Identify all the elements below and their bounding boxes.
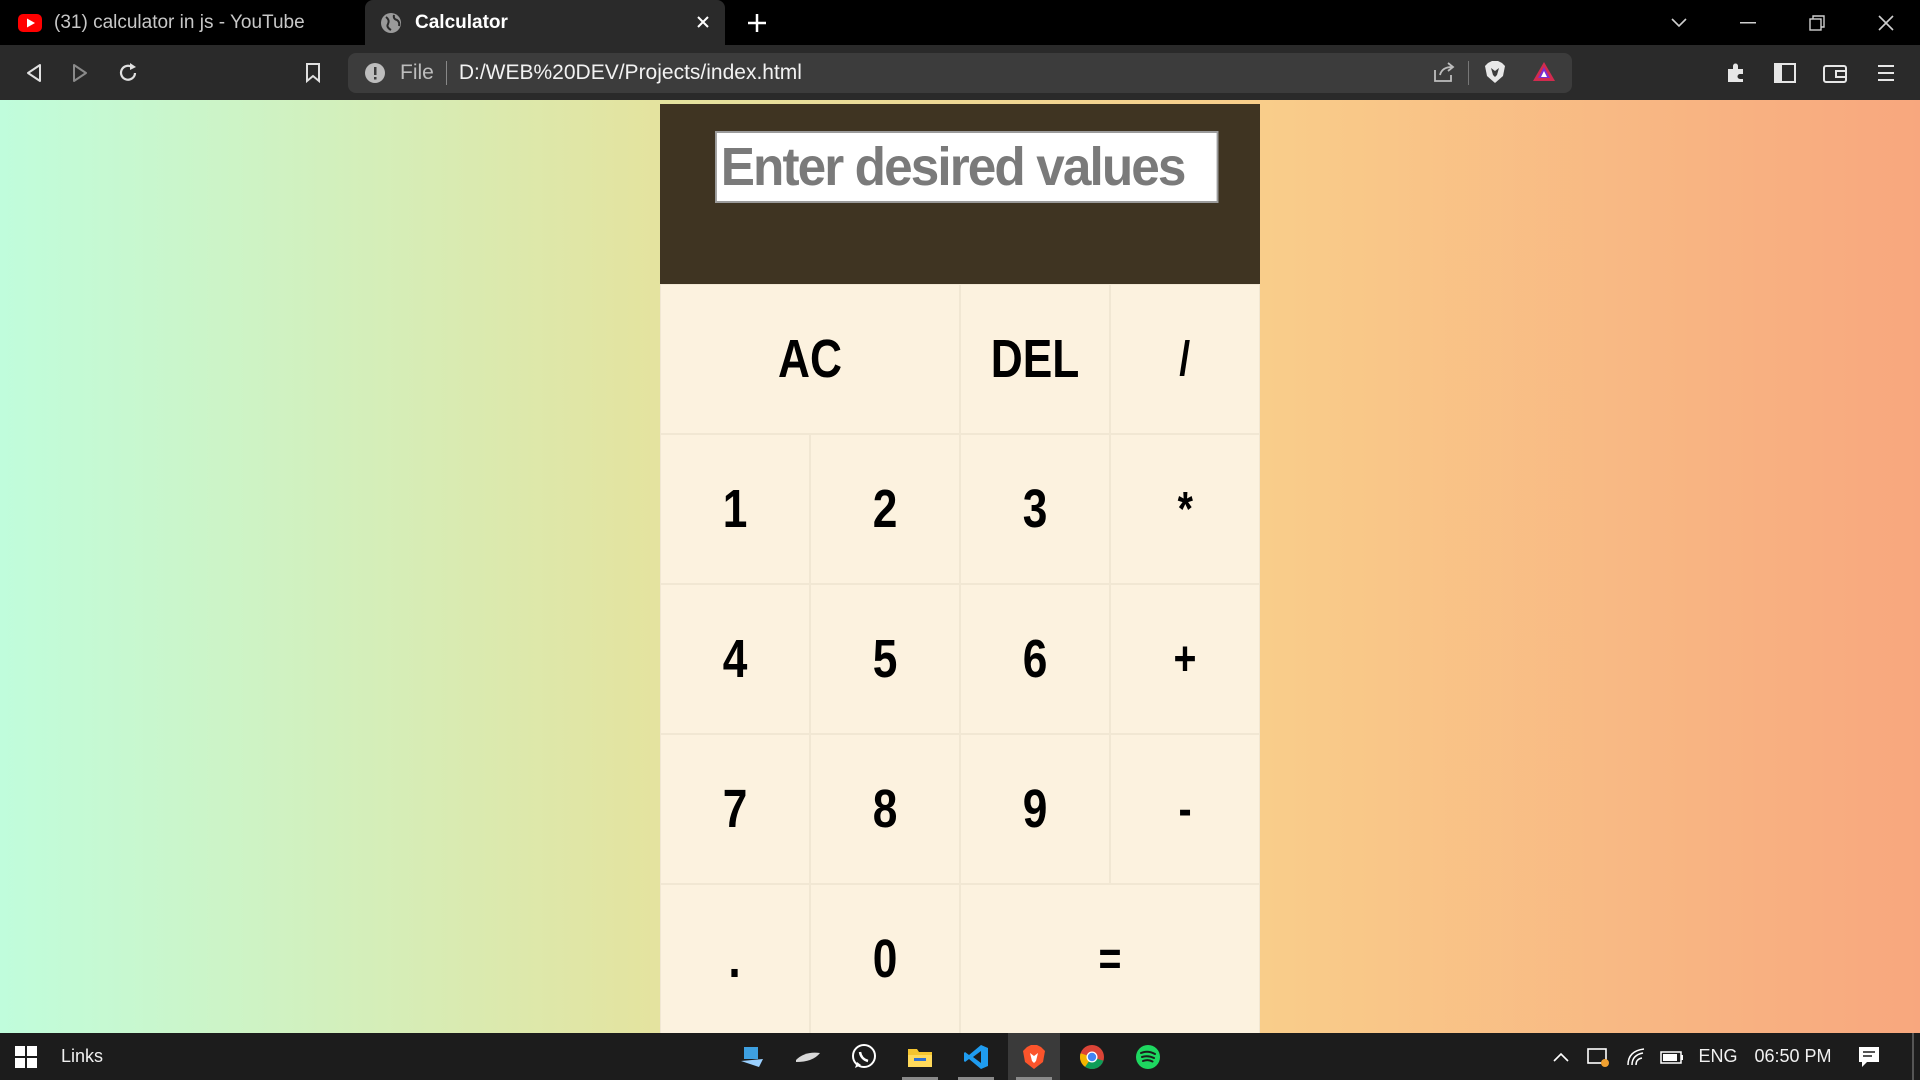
key-divide[interactable]: / <box>1110 284 1260 434</box>
sync-status-icon[interactable] <box>1584 1033 1614 1080</box>
info-icon[interactable] <box>364 62 386 84</box>
key-label: 2 <box>872 479 898 539</box>
reload-icon[interactable] <box>112 57 144 89</box>
share-icon[interactable] <box>1432 61 1456 89</box>
taskbar: Links ENG 06:50 PM <box>0 1033 1920 1080</box>
stylus-app-icon[interactable] <box>782 1033 834 1080</box>
key-label: 1 <box>722 479 748 539</box>
language-indicator[interactable]: ENG <box>1694 1033 1742 1080</box>
key-label: * <box>1177 482 1193 536</box>
display-input[interactable] <box>715 131 1219 203</box>
tab-calculator[interactable]: Calculator <box>365 0 725 45</box>
display-panel <box>660 104 1260 284</box>
key-delete[interactable]: DEL <box>960 284 1110 434</box>
divider <box>1468 61 1469 85</box>
key-decimal[interactable]: . <box>660 884 810 1033</box>
page-viewport: AC DEL / 1 2 3 * 4 5 6 +7 8 9 -. 0 = <box>0 100 1920 1033</box>
key-equals[interactable]: = <box>960 884 1260 1033</box>
key-4[interactable]: 4 <box>660 584 810 734</box>
show-hidden-icons-chevron[interactable] <box>1548 1033 1574 1080</box>
close-tab-icon[interactable] <box>691 10 715 34</box>
key-8[interactable]: 8 <box>810 734 960 884</box>
new-tab-button[interactable] <box>742 8 772 38</box>
sidebar-icon[interactable] <box>1769 57 1801 89</box>
key-6[interactable]: 6 <box>960 584 1110 734</box>
key-label: DEL <box>990 329 1080 389</box>
address-bar[interactable]: File D:/WEB%20DEV/Projects/index.html <box>348 53 1572 93</box>
back-icon[interactable] <box>18 57 50 89</box>
key-9[interactable]: 9 <box>960 734 1110 884</box>
chrome-icon[interactable] <box>1066 1033 1118 1080</box>
menu-icon[interactable] <box>1870 57 1902 89</box>
spotify-icon[interactable] <box>1122 1033 1174 1080</box>
windows-icon <box>15 1045 37 1068</box>
key-multiply[interactable]: * <box>1110 434 1260 584</box>
key-3[interactable]: 3 <box>960 434 1110 584</box>
brave-shields-icon[interactable] <box>1484 60 1506 90</box>
url-text[interactable]: D:/WEB%20DEV/Projects/index.html <box>459 61 802 85</box>
restore-icon[interactable] <box>1800 6 1834 40</box>
notifications-icon[interactable] <box>1854 1033 1884 1080</box>
key-1[interactable]: 1 <box>660 434 810 584</box>
globe-icon <box>379 11 403 35</box>
tab-title: Calculator <box>415 11 508 33</box>
key-label: - <box>1178 782 1192 836</box>
extensions-icon[interactable] <box>1720 57 1752 89</box>
show-desktop-strip[interactable] <box>1912 1033 1914 1080</box>
forward-icon[interactable] <box>64 57 96 89</box>
links-toolbar[interactable]: Links <box>57 1033 107 1080</box>
key-7[interactable]: 7 <box>660 734 810 884</box>
battery-icon[interactable] <box>1656 1033 1686 1080</box>
key-label: AC <box>778 329 842 389</box>
keypad: AC DEL / 1 2 3 * 4 5 6 +7 8 9 -. 0 = <box>660 284 1260 1033</box>
key-5[interactable]: 5 <box>810 584 960 734</box>
key-label: 3 <box>1022 479 1048 539</box>
key-subtract[interactable]: - <box>1110 734 1260 884</box>
tab-strip: (31) calculator in js - YouTube Calculat… <box>0 0 1920 45</box>
key-label: . <box>728 929 742 989</box>
key-label: 4 <box>722 629 748 689</box>
wallet-icon[interactable] <box>1819 57 1851 89</box>
file-explorer-icon[interactable] <box>894 1033 946 1080</box>
divider <box>445 61 447 85</box>
whatsapp-icon[interactable] <box>838 1033 890 1080</box>
vscode-icon[interactable] <box>950 1033 1002 1080</box>
key-label: 0 <box>872 929 898 989</box>
key-label: / <box>1179 332 1191 386</box>
browser-toolbar: File D:/WEB%20DEV/Projects/index.html <box>0 45 1920 100</box>
key-0[interactable]: 0 <box>810 884 960 1033</box>
clock[interactable]: 06:50 PM <box>1748 1033 1838 1080</box>
youtube-icon <box>18 11 42 35</box>
tab-youtube[interactable]: (31) calculator in js - YouTube <box>0 0 362 45</box>
key-label: 8 <box>872 779 898 839</box>
key-label: 5 <box>872 629 898 689</box>
calculator: AC DEL / 1 2 3 * 4 5 6 +7 8 9 -. 0 = <box>660 104 1260 1033</box>
key-label: + <box>1173 632 1197 686</box>
bookmark-icon[interactable] <box>297 57 329 89</box>
brave-icon[interactable] <box>1008 1033 1060 1080</box>
minimize-icon[interactable] <box>1731 6 1765 40</box>
tab-search-chevron-icon[interactable] <box>1662 6 1696 40</box>
key-2[interactable]: 2 <box>810 434 960 584</box>
key-label: 7 <box>722 779 748 839</box>
key-label: 6 <box>1022 629 1048 689</box>
key-all-clear[interactable]: AC <box>660 284 960 434</box>
desktop-app-icon[interactable] <box>726 1033 778 1080</box>
key-label: = <box>1098 932 1122 986</box>
tab-title: (31) calculator in js - YouTube <box>54 11 305 33</box>
key-label: 9 <box>1022 779 1048 839</box>
start-button[interactable] <box>0 1033 52 1080</box>
key-add[interactable]: + <box>1110 584 1260 734</box>
close-window-icon[interactable] <box>1869 6 1903 40</box>
wifi-icon[interactable] <box>1622 1033 1652 1080</box>
brave-rewards-icon[interactable] <box>1532 60 1556 90</box>
scheme-label: File <box>400 61 434 84</box>
